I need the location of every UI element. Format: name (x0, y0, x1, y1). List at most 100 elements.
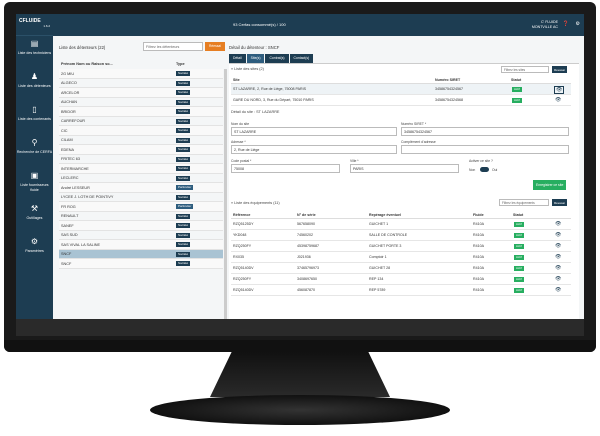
table-row[interactable]: CIC Société (59, 126, 223, 136)
gear-icon: ⚙ (30, 237, 39, 246)
table-row[interactable]: ST LAZARRE, 2, Rue de Liège, 75008 PARIS… (231, 84, 571, 95)
table-row[interactable]: RX035 J021936 Comptoir 1 R410A Actif 👁 (231, 252, 571, 263)
zip-input[interactable]: 75008 (231, 164, 340, 173)
sidebar-item-settings[interactable]: ⚙ Paramètres (16, 234, 53, 267)
eye-icon[interactable]: 👁 (555, 254, 561, 260)
col-site-header: Site (233, 78, 240, 82)
table-row[interactable]: LYCEE J. LOTH DE POINTIVY Société (59, 193, 223, 202)
eye-icon[interactable]: 👁 (554, 85, 565, 94)
address-input[interactable]: 2, Rue de Liège (231, 145, 397, 154)
table-row[interactable]: RZQ5125DY 567658090 GUICHET 1 R410A Actif 👁 (231, 219, 571, 230)
holder-name: FRITEC 63 (61, 157, 80, 161)
sidebar-item-tools[interactable]: ⚒ Outillages (16, 201, 53, 234)
detail-panel: Détail du détenteur : SNCF Détail Site(s… (229, 42, 579, 332)
table-row[interactable]: YKD048 74560202 SALLE DE CONTROLE R410A Acti… (231, 230, 571, 241)
table-row[interactable]: ARCELOR Société (59, 88, 223, 98)
equip-serial: 456087870 (297, 288, 315, 292)
table-row[interactable]: GARE DU NORD, 3, Rue du Départ, 75010 PA… (231, 95, 571, 106)
sidebar-item-cerfa-search[interactable]: ⚲ Recherche de CERFA (16, 135, 53, 168)
type-badge: Société (176, 194, 191, 200)
eye-icon[interactable]: 👁 (555, 243, 561, 249)
type-badge: Société (176, 80, 191, 86)
eye-icon[interactable]: 👁 (555, 287, 561, 293)
table-row[interactable]: LECLERC Société (59, 174, 223, 183)
eye-icon[interactable]: 👁 (555, 232, 561, 238)
eye-icon[interactable]: 👁 (555, 221, 561, 227)
sidebar-item-holders[interactable]: ♟ Liste des détenteurs (16, 69, 53, 102)
save-site-button[interactable]: Enregistrer ce site (533, 180, 567, 190)
col-name-header[interactable]: Prénom Nom ou Raison so... (61, 62, 113, 66)
table-row[interactable]: 2G MIU Société (59, 69, 223, 79)
table-row[interactable]: SNCF Société (59, 259, 223, 269)
tab-contracts[interactable]: Contrat(s) (265, 54, 289, 63)
table-row[interactable]: EDENA Société (59, 145, 223, 155)
sidebar-item-containers[interactable]: ▯ Liste des contenants (16, 102, 53, 135)
table-row[interactable]: RZQ5140DV 456087870 REP 5789 R410A Actif 👁 (231, 285, 571, 296)
table-row[interactable]: RZQ250FY 3408697650 REP 134 R410A Actif 👁 (231, 274, 571, 285)
type-badge: Société (176, 137, 191, 143)
equipment-filter-input[interactable]: Filtrez les équipements (499, 199, 549, 206)
holders-scrollbar[interactable] (224, 69, 227, 331)
tab-detail[interactable]: Détail (229, 54, 246, 63)
equipment-filter-button[interactable]: Réessai (552, 199, 567, 206)
equip-location: SALLE DE CONTROLE (369, 233, 408, 237)
sites-filter-input[interactable]: Filtrez les sites (501, 66, 549, 73)
site-name-input[interactable]: ST LAZARRE (231, 127, 397, 136)
user-icon: ♟ (30, 72, 39, 81)
tab-contacts[interactable]: Contact(s) (289, 54, 314, 63)
sidebar-item-suppliers[interactable]: ▣ Liste fournisseurs fluide (16, 168, 53, 201)
eye-icon[interactable]: 👁 (555, 276, 561, 282)
holder-name: 2G MIU (61, 71, 75, 76)
table-row[interactable]: SANEF Société (59, 221, 223, 231)
status-badge: Actif (512, 86, 522, 92)
type-badge: Société (176, 223, 191, 228)
col-location-header: Repérage éventuel (369, 213, 401, 217)
equip-ref: RZQ5140DV (233, 288, 254, 292)
sidebar-item-technicians[interactable]: ▤ Liste des techniciens (16, 36, 53, 69)
eye-icon[interactable]: 👁 (555, 97, 561, 103)
equip-fluid: R410A (473, 277, 484, 281)
table-row[interactable]: RZQ5140DV 37465796973 GUICHET 28 R410A Actif… (231, 263, 571, 274)
active-label: Activer ce site ? (469, 159, 493, 163)
equip-fluid: R410A (473, 266, 484, 270)
table-row[interactable]: CARREFOUR Société (59, 117, 223, 126)
question-circle-icon[interactable]: ❓ (563, 21, 569, 27)
col-type-header[interactable]: Type (176, 62, 185, 66)
col-siret-header: Numéro SIRET (435, 78, 461, 82)
active-toggle[interactable] (480, 167, 489, 172)
city-input[interactable]: PARIS (350, 164, 459, 173)
equip-ref: RZQ250FY (233, 277, 252, 281)
type-badge: Société (176, 109, 191, 114)
holder-name: CIC (61, 128, 68, 133)
eye-icon[interactable]: 👁 (555, 265, 561, 271)
equipment-section-title[interactable]: « Liste des équipements (11) (231, 201, 280, 205)
table-row[interactable]: AUCHAN Société (59, 98, 223, 107)
table-row[interactable]: BRIDOR Société (59, 107, 223, 117)
sites-filter-button[interactable]: Réessai (552, 66, 567, 73)
screen-bottom-edge (16, 319, 584, 336)
table-row[interactable]: FRITEC 63 Société (59, 155, 223, 164)
gear-icon[interactable]: ⚙ (576, 21, 580, 27)
sites-section-title[interactable]: « Liste des sites (2) (231, 67, 264, 71)
table-row[interactable]: RENAULT Société (59, 212, 223, 221)
table-row[interactable]: ALGECO Société (59, 79, 223, 88)
table-row[interactable]: INTERMARCHE Société (59, 164, 223, 174)
holders-filter-button[interactable]: Réessai (205, 42, 225, 51)
table-row[interactable]: SAS VIVAL LA SALINE Société (59, 240, 223, 250)
table-row[interactable]: RZQ250FY 45398759687 GUICHET PORTE 3 R410A A… (231, 241, 571, 252)
equip-serial: 567658090 (297, 222, 315, 226)
equip-location: GUICHET 1 (369, 222, 389, 226)
table-row[interactable]: SAS SUD Société (59, 231, 223, 240)
holders-filter-input[interactable]: Filtrez les détenteurs (143, 42, 203, 51)
table-row[interactable]: FR ROG Particulier (59, 202, 223, 212)
table-row-selected[interactable]: SNCF Société (59, 249, 223, 259)
table-row[interactable]: CILAM Société (59, 136, 223, 145)
type-badge: Société (176, 175, 191, 181)
type-badge: Société (176, 232, 191, 238)
tab-sites[interactable]: Site(s) (246, 54, 265, 63)
site-siret: 34586754324568 (435, 98, 463, 102)
siret-input[interactable]: 34586754324567 (401, 127, 569, 136)
table-row[interactable]: André LESSEUR Particulier (59, 183, 223, 193)
complement-input[interactable] (401, 145, 569, 154)
user-info[interactable]: C' FLUIDE MONTVILLE AC (532, 20, 558, 29)
